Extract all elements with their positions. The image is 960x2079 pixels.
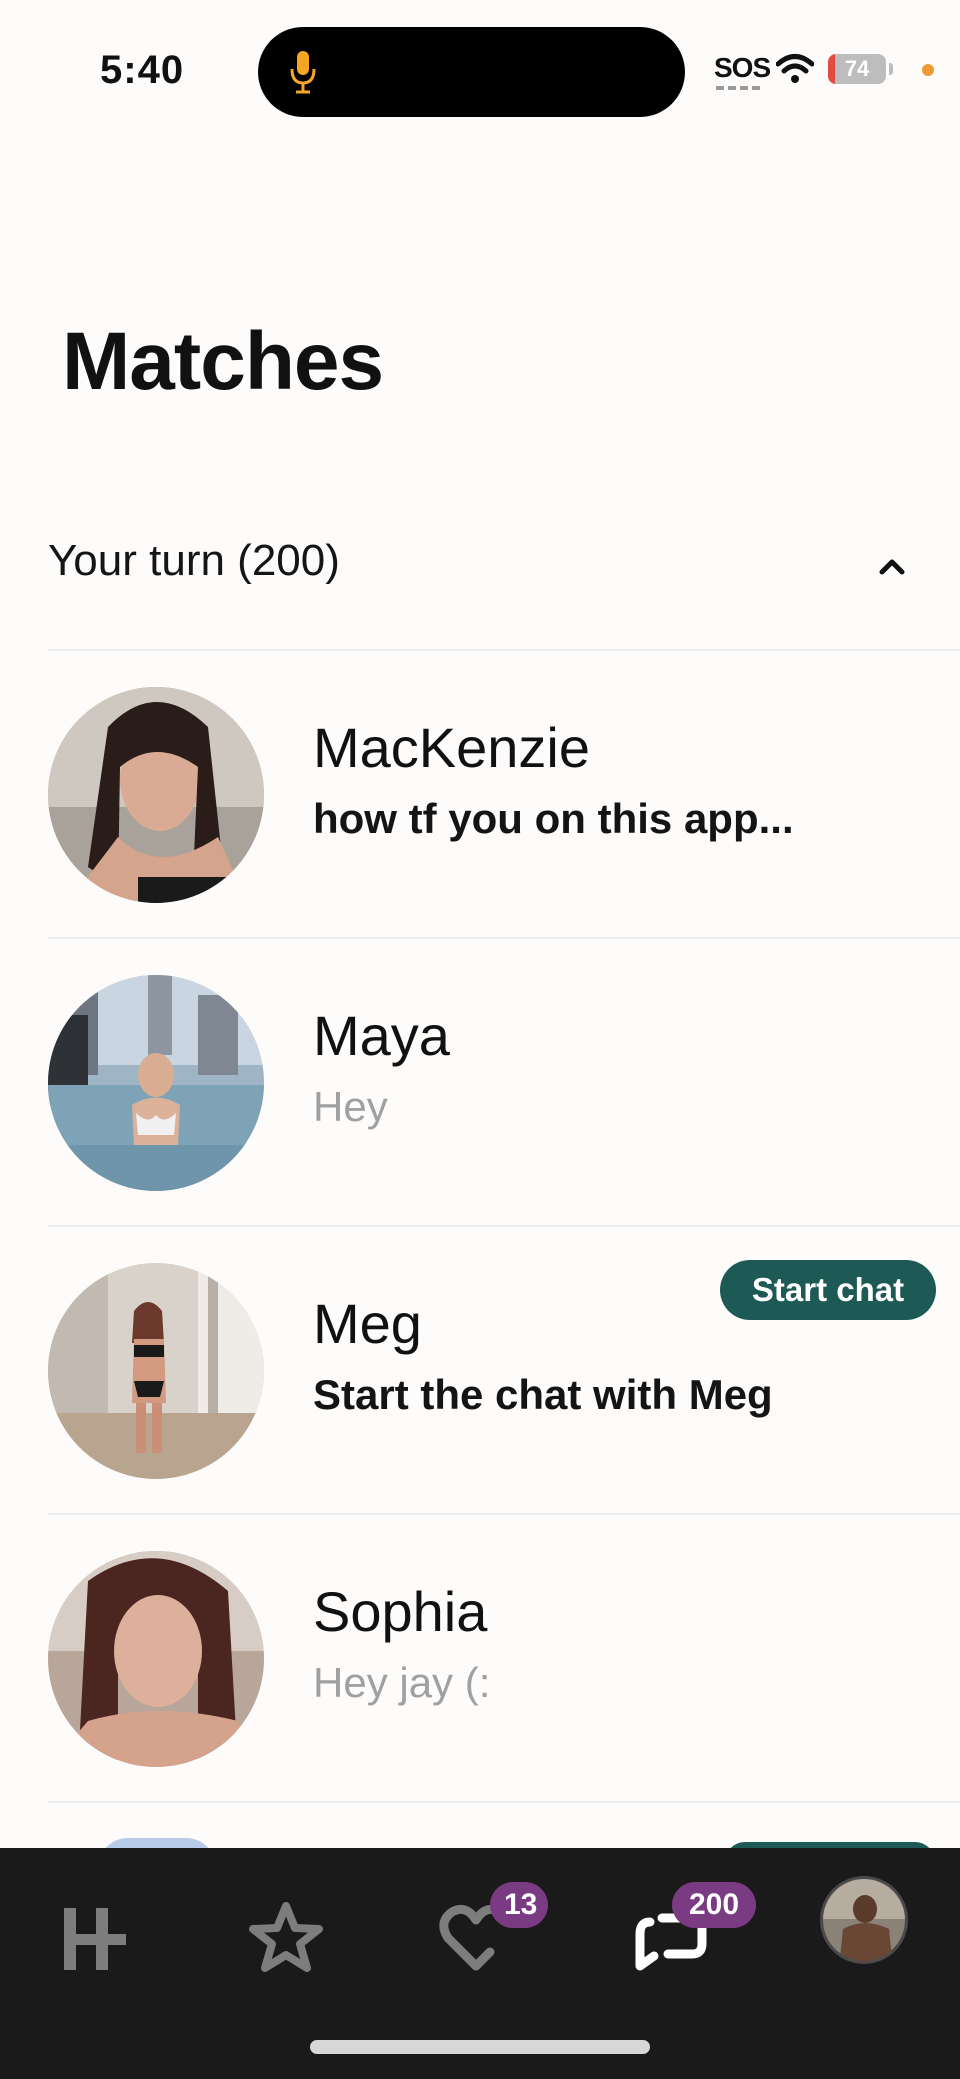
avatar[interactable] [48,1551,264,1767]
match-name: Meg [313,1292,422,1355]
match-last-message: Start the chat with Meg [313,1371,773,1418]
profile-avatar[interactable] [820,1876,908,1964]
star-icon [249,1902,323,1972]
match-row-sophia[interactable]: Sophia Hey jay (: [0,1515,960,1803]
your-turn-section-header[interactable]: Your turn (200) [48,532,912,602]
matches-count-badge: 200 [672,1882,756,1928]
match-name: Sophia [313,1580,488,1643]
divider [48,1801,960,1803]
microphone-icon [290,51,316,94]
nav-home[interactable] [40,1888,150,1998]
wifi-icon [776,54,814,83]
match-row-meg[interactable]: Start chat Meg Start the chat with Meg [0,1227,960,1515]
avatar[interactable] [48,1263,264,1479]
nav-likes[interactable]: 13 [420,1882,548,1998]
match-name: MacKenzie [313,716,591,779]
match-last-message: Hey [313,1083,388,1130]
match-row-mackenzie[interactable]: MacKenzie how tf you on this app... [0,651,960,939]
chevron-up-icon[interactable] [872,546,912,586]
match-row-maya[interactable]: Maya Hey [0,939,960,1227]
status-time: 5:40 [100,48,185,92]
match-last-message: Hey jay (: [313,1659,491,1706]
dynamic-island [258,27,685,117]
likes-count-badge: 13 [490,1882,548,1928]
avatar[interactable] [48,975,264,1191]
start-chat-badge[interactable]: Start chat [720,1260,936,1320]
sos-indicator: SOS [714,52,771,83]
battery-level: 74 [844,56,870,81]
section-title: Your turn (200) [48,536,340,585]
signal-dots [716,86,764,90]
avatar[interactable] [48,687,264,903]
nav-matches[interactable]: 200 [614,1882,756,1998]
nav-standouts[interactable] [230,1888,340,1998]
home-indicator[interactable] [310,2040,650,2054]
battery-icon: 74 [828,54,886,84]
match-last-message: how tf you on this app... [313,795,794,842]
match-name: Maya [313,1004,450,1067]
battery-cap [889,63,893,75]
privacy-indicator-dot [922,64,934,76]
status-bar: 5:40 SOS 74 [0,0,960,140]
page-title: Matches [62,316,384,407]
hinge-logo-icon [64,1908,126,1970]
